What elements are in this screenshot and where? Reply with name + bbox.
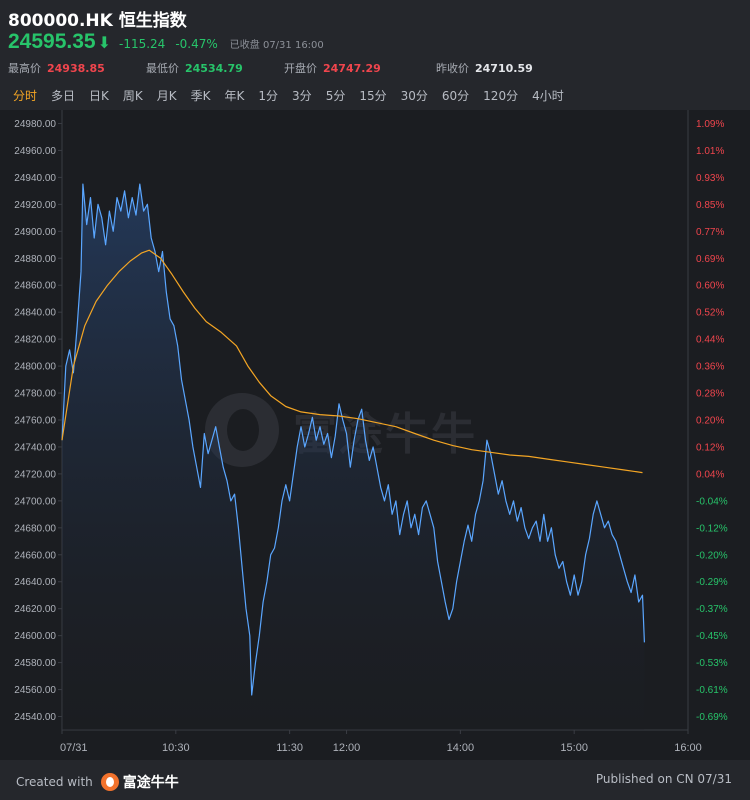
stat-label: 最高价 [8, 62, 41, 75]
y-tick-label: 24740.00 [14, 442, 56, 453]
pct-tick-label: -0.12% [696, 523, 728, 534]
pct-tick-label: 0.85% [696, 200, 724, 211]
y-tick-label: 24680.00 [14, 523, 56, 534]
price-area [62, 184, 645, 731]
pct-tick-label: 0.28% [696, 389, 724, 400]
price-row: 24595.35 ⬇ -115.24 -0.47% 已收盘 07/31 16:0… [8, 30, 324, 56]
tab-5min[interactable]: 5分 [319, 86, 353, 106]
tab-30min[interactable]: 30分 [394, 86, 435, 106]
y-tick-label: 24960.00 [14, 146, 56, 157]
brand-name: 富途牛牛 [122, 775, 179, 791]
pct-tick-label: -0.20% [696, 550, 728, 561]
pct-tick-label: -0.04% [696, 496, 728, 507]
y-tick-label: 24860.00 [14, 281, 56, 292]
pct-tick-label: 1.01% [696, 146, 724, 157]
quote-header: 800000.HK 恒生指数 24595.35 ⬇ -115.24 -0.47%… [0, 0, 750, 110]
pct-tick-label: 0.04% [696, 469, 724, 480]
pct-tick-label: -0.37% [696, 604, 728, 615]
pct-tick-label: -0.29% [696, 577, 728, 588]
y-tick-label: 24580.00 [14, 658, 56, 669]
price-change-pct: -0.47% [175, 37, 218, 51]
y-tick-label: 24980.00 [14, 119, 56, 130]
pct-tick-label: 0.69% [696, 254, 724, 265]
symbol-title: 800000.HK 恒生指数 [8, 11, 187, 31]
y-tick-label: 24700.00 [14, 496, 56, 507]
tab-4hour[interactable]: 4小时 [525, 86, 571, 106]
tab-yearly-k[interactable]: 年K [218, 86, 252, 106]
y-tick-label: 24760.00 [14, 416, 56, 427]
published-label: Published on CN 07/31 [595, 772, 732, 786]
y-tick-label: 24880.00 [14, 254, 56, 265]
stat-high: 最高价 24938.85 [8, 60, 105, 76]
created-with: Created with 富途牛牛 [16, 772, 179, 792]
stat-value: 24710.59 [475, 62, 533, 75]
pct-tick-label: -0.61% [696, 685, 728, 696]
pct-tick-label: 0.12% [696, 442, 724, 453]
y-tick-label: 24720.00 [14, 469, 56, 480]
x-tick-label: 07/31 [60, 742, 88, 754]
x-tick-label: 15:00 [560, 742, 588, 754]
tab-multi-day[interactable]: 多日 [44, 86, 82, 106]
pct-tick-label: 0.44% [696, 335, 724, 346]
y-tick-label: 24840.00 [14, 308, 56, 319]
pct-tick-label: -0.69% [696, 712, 728, 723]
stat-label: 昨收价 [436, 62, 469, 75]
tab-quarterly-k[interactable]: 季K [184, 86, 218, 106]
pct-tick-label: 0.77% [696, 227, 724, 238]
tab-1min[interactable]: 1分 [251, 86, 285, 106]
tab-15min[interactable]: 15分 [352, 86, 393, 106]
y-tick-label: 24600.00 [14, 631, 56, 642]
y-tick-label: 24920.00 [14, 200, 56, 211]
down-arrow-icon: ⬇ [97, 33, 111, 52]
y-tick-label: 24660.00 [14, 550, 56, 561]
stat-low: 最低价 24534.79 [146, 60, 243, 76]
x-tick-label: 16:00 [674, 742, 702, 754]
pct-tick-label: -0.45% [696, 631, 728, 642]
y-tick-label: 24940.00 [14, 173, 56, 184]
x-tick-label: 12:00 [333, 742, 361, 754]
pct-tick-label: 0.52% [696, 308, 724, 319]
period-tabs: 分时 多日 日K 周K 月K 季K 年K 1分 3分 5分 15分 30分 60… [6, 86, 571, 106]
stat-value: 24938.85 [47, 62, 105, 75]
y-tick-label: 24640.00 [14, 577, 56, 588]
y-tick-label: 24820.00 [14, 335, 56, 346]
chart-svg: 24980.00 24960.00 24940.00 24920.00 24900.00… [14, 110, 728, 754]
tab-monthly-k[interactable]: 月K [150, 86, 184, 106]
tab-60min[interactable]: 60分 [435, 86, 476, 106]
y-tick-label: 24540.00 [14, 712, 56, 723]
created-with-label: Created with [16, 775, 93, 789]
pct-tick-label: 0.36% [696, 362, 724, 373]
pct-tick-label: -0.53% [696, 658, 728, 669]
footer: Created with 富途牛牛 Published on CN 07/31 [0, 760, 750, 800]
price-change: -115.24 [119, 37, 166, 51]
stat-open: 开盘价 24747.29 [284, 60, 381, 76]
tab-120min[interactable]: 120分 [476, 86, 525, 106]
stat-label: 最低价 [146, 62, 179, 75]
tab-daily-k[interactable]: 日K [82, 86, 116, 106]
pct-tick-label: 0.93% [696, 173, 724, 184]
stat-label: 开盘价 [284, 62, 317, 75]
pct-tick-label: 1.09% [696, 119, 724, 130]
x-tick-label: 11:30 [276, 742, 303, 754]
y-tick-label: 24560.00 [14, 685, 56, 696]
stat-prev-close: 昨收价 24710.59 [436, 60, 533, 76]
market-status: 已收盘 07/31 16:00 [229, 40, 324, 51]
y-tick-label: 24900.00 [14, 227, 56, 238]
x-tick-label: 14:00 [447, 742, 475, 754]
y-tick-label: 24620.00 [14, 604, 56, 615]
y-tick-label: 24800.00 [14, 362, 56, 373]
stats-row: 最高价 24938.85 最低价 24534.79 开盘价 24747.29 昨收价 2… [0, 60, 750, 76]
y-tick-label: 24780.00 [14, 389, 56, 400]
stat-value: 24534.79 [185, 62, 243, 75]
last-price: 24595.35 [8, 30, 96, 53]
tab-intraday[interactable]: 分时 [6, 86, 44, 106]
x-tick-label: 10:30 [162, 742, 190, 754]
tab-3min[interactable]: 3分 [285, 86, 319, 106]
pct-tick-label: 0.60% [696, 281, 724, 292]
stat-value: 24747.29 [323, 62, 381, 75]
pct-tick-label: 0.20% [696, 416, 724, 427]
intraday-chart[interactable]: 富途牛牛 24980.00 24960.00 24940.00 24920.00 249… [0, 110, 750, 760]
futu-logo-icon [100, 773, 119, 791]
tab-weekly-k[interactable]: 周K [116, 86, 150, 106]
